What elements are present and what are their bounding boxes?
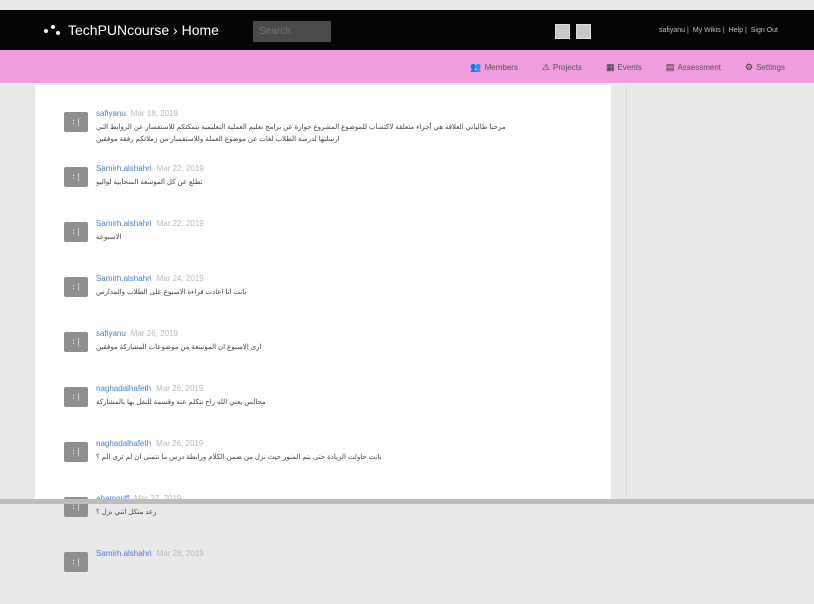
bottom-edge [0, 499, 814, 504]
nav-events-label: Events [617, 63, 642, 72]
post-author[interactable]: Samirh.alshahri [96, 219, 152, 228]
post-date: Mar 22, 2019 [156, 164, 204, 173]
avatar-face-icon: :| [71, 172, 81, 181]
post-author[interactable]: Samirh.alshahri [96, 274, 152, 283]
post-date: Mar 18, 2019 [130, 109, 178, 118]
avatar[interactable]: :| [64, 112, 88, 132]
post-date: Mar 26, 2019 [130, 329, 178, 338]
post-date: Mar 28, 2019 [156, 549, 204, 558]
nav-settings-label: Settings [756, 63, 785, 72]
avatar-face-icon: :| [71, 392, 81, 401]
projects-icon: ⚠ [541, 62, 551, 72]
help-link[interactable]: Help [729, 27, 743, 34]
avatar-face-icon: :| [71, 117, 81, 126]
avatar[interactable]: :| [64, 277, 88, 297]
post-author[interactable]: naghadalhafeth [96, 439, 151, 448]
settings-icon: ⚙ [745, 62, 754, 72]
username-link[interactable]: safiyanu [659, 27, 685, 34]
logo-icon [44, 23, 64, 37]
members-icon: 👥 [470, 62, 482, 72]
avatar[interactable]: :| [64, 552, 88, 572]
nav-bar: 👥 Members ⚠ Projects ▦ Events ▤ Assessment ⚙… [0, 50, 814, 83]
avatar[interactable]: :| [64, 332, 88, 352]
post-author[interactable]: safiyanu [96, 329, 126, 338]
events-icon: ▦ [605, 62, 615, 72]
breadcrumb: TechPUNcourse › Home [44, 22, 219, 38]
nav-members-label: Members [484, 63, 518, 72]
post-date: Mar 24, 2019 [156, 274, 204, 283]
avatar-face-icon: :| [71, 282, 81, 291]
post-text: مرحبا طالباتي العلاقة هي أجزاء متعلقة لا… [96, 124, 506, 143]
nav-settings[interactable]: ⚙ Settings [745, 62, 785, 73]
post-text: بانت حاولت الزيادة حتى يتم المنور حيث نز… [96, 454, 382, 461]
avatar-face-icon: :| [71, 227, 81, 236]
search-input[interactable] [253, 21, 331, 42]
grid-view-icon[interactable] [555, 24, 570, 39]
avatar[interactable]: :| [64, 442, 88, 462]
list-item: :| Samirh.alshahri Mar 24, 2019 بانت انا … [64, 274, 584, 317]
post-author[interactable]: Samirh.alshahri [96, 549, 152, 558]
post-author[interactable]: safiyanu [96, 109, 126, 118]
post-text: ارى الاسبوع ان الموسعة من موضوعات المشار… [96, 344, 262, 351]
list-item: :| safiyanu Mar 18, 2019 مرحبا طالباتي ال… [64, 109, 584, 152]
my-wikis-link[interactable]: My Wikis [693, 27, 721, 34]
nav-projects[interactable]: ⚠ Projects [542, 62, 582, 73]
discussion-panel: :| safiyanu Mar 18, 2019 مرحبا طالباتي ال… [34, 85, 612, 572]
list-item: :| naghadalhafeth Mar 26, 2019 مجالس يعني… [64, 384, 584, 427]
post-date: Mar 26, 2019 [156, 384, 204, 393]
post-author[interactable]: naghadalhafeth [96, 384, 151, 393]
sign-out-link[interactable]: Sign Out [751, 27, 778, 34]
avatar-face-icon: :| [71, 447, 81, 456]
avatar-face-icon: :| [71, 557, 81, 566]
avatar[interactable]: :| [64, 222, 88, 242]
post-text: رعد متكل انني نزل ؟ [96, 509, 157, 516]
avatar[interactable]: :| [64, 167, 88, 187]
sidebar-divider [626, 85, 627, 504]
user-links: safiyanu | My Wikis | Help | Sign Out [658, 27, 778, 34]
nav-projects-label: Projects [553, 63, 582, 72]
list-item: :| naghadalhafeth Mar 26, 2019 بانت حاولت… [64, 439, 584, 482]
discussion-feed: :| safiyanu Mar 18, 2019 مرحبا طالباتي ال… [64, 109, 584, 604]
list-item: :| Samirh.alshahri Mar 22, 2019 تطلع عن ك… [64, 164, 584, 207]
post-date: Mar 22, 2019 [156, 219, 204, 228]
view-toggle [555, 24, 591, 39]
assessment-icon: ▤ [665, 62, 675, 72]
list-view-icon[interactable] [576, 24, 591, 39]
avatar-face-icon: :| [71, 502, 81, 511]
nav-events[interactable]: ▦ Events [606, 62, 642, 73]
list-item: :| safiyanu Mar 26, 2019 ارى الاسبوع ان ا… [64, 329, 584, 372]
nav-members[interactable]: 👥 Members [470, 62, 518, 73]
post-text: الاسبوعة [96, 234, 122, 241]
post-date: Mar 26, 2019 [156, 439, 204, 448]
nav-assessment[interactable]: ▤ Assessment [666, 62, 721, 73]
top-bar: TechPUNcourse › Home safiyanu| My Wikis|… [0, 10, 814, 50]
post-text: بانت انا اعادت قراءة الاسبوع على الطلاب … [96, 289, 247, 296]
nav-assessment-label: Assessment [677, 63, 722, 72]
avatar-face-icon: :| [71, 337, 81, 346]
post-text: مجالس يعني الله راح نتكلم عنه وقسمة للنق… [96, 399, 266, 406]
list-item: :| Samirh.alshahri Mar 28, 2019 [64, 549, 584, 592]
post-text: تطلع عن كل الموسعة السحابية لواليو [96, 179, 203, 186]
list-item: :| Samirh.alshahri Mar 22, 2019 الاسبوعة [64, 219, 584, 262]
app-title[interactable]: TechPUNcourse › Home [68, 22, 219, 38]
post-author[interactable]: Samirh.alshahri [96, 164, 152, 173]
avatar[interactable]: :| [64, 387, 88, 407]
